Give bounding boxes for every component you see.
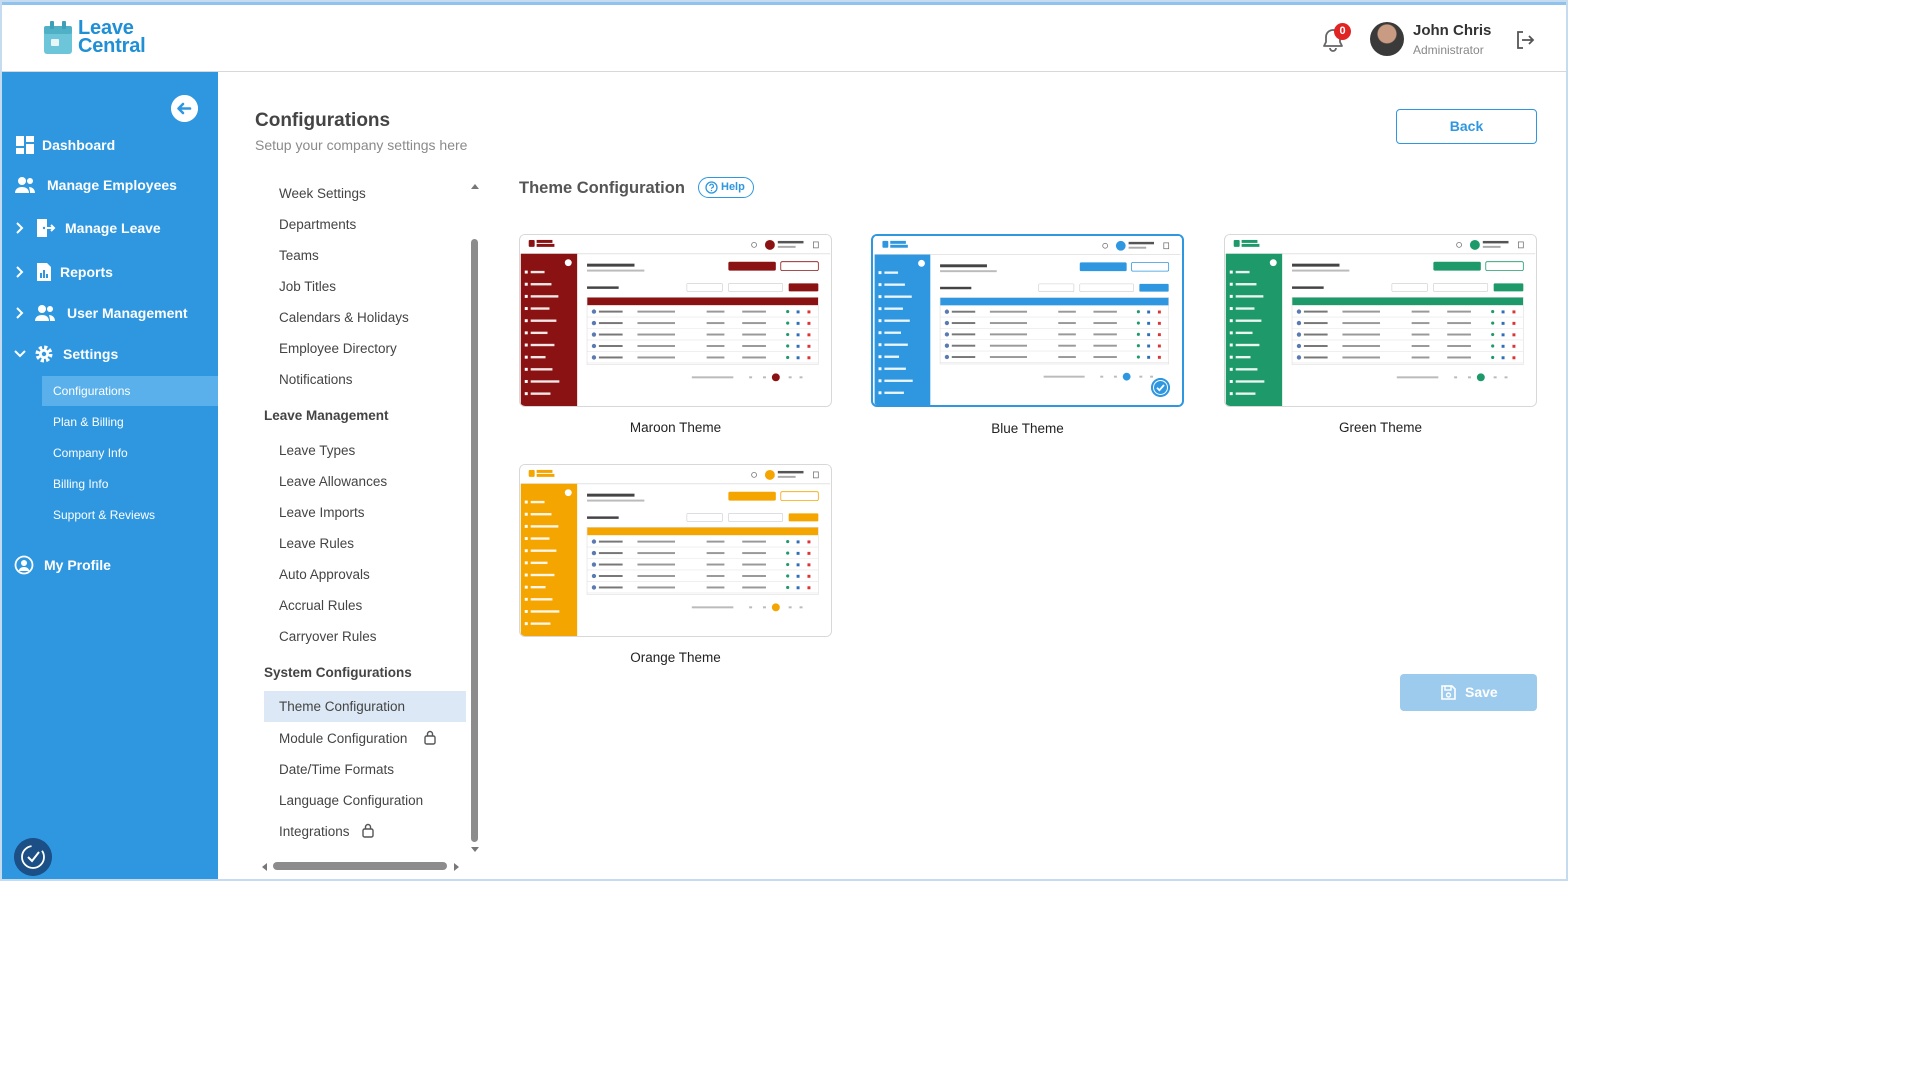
report-icon [37,263,51,281]
menu-item-label: Module Configuration [279,731,408,746]
menu-item-employee-directory[interactable]: Employee Directory [279,341,397,356]
save-button[interactable]: Save [1400,674,1537,711]
scroll-down-arrow-icon[interactable] [470,846,480,854]
menu-item-teams[interactable]: Teams [279,248,319,263]
page-subtitle: Setup your company settings here [255,137,468,153]
sidebar-item-my-profile[interactable]: My Profile [2,550,218,580]
menu-header-leave-management: Leave Management [264,408,389,423]
user-role: Administrator [1413,43,1484,57]
sidebar-item-settings[interactable]: Settings [2,339,218,369]
scroll-left-arrow-icon[interactable] [260,862,268,872]
door-exit-icon [37,219,56,237]
theme-label-blue: Blue Theme [991,421,1064,436]
theme-label-orange: Orange Theme [630,650,721,665]
theme-card-maroon[interactable] [519,234,832,407]
chevron-right-icon [16,307,24,319]
sidebar-item-user-management[interactable]: User Management [2,298,218,328]
sidebar-item-label: User Management [67,305,188,321]
menu-item-module-configuration[interactable]: Module Configuration [279,730,436,746]
menu-item-label: Integrations [279,824,350,839]
menu-item-departments[interactable]: Departments [279,217,356,232]
theme-label-green: Green Theme [1338,420,1423,435]
profile-icon [14,555,34,575]
menu-header-system-configurations: System Configurations [264,665,412,680]
settings-menu: Week Settings Departments Teams Job Titl… [252,177,482,867]
menu-item-auto-approvals[interactable]: Auto Approvals [279,567,370,582]
menu-item-leave-rules[interactable]: Leave Rules [279,536,354,551]
selected-check-icon [1151,378,1170,397]
menu-item-leave-types[interactable]: Leave Types [279,443,355,458]
theme-card-blue[interactable] [871,234,1184,407]
menu-item-notifications[interactable]: Notifications [279,372,353,387]
sidebar-item-label: Reports [60,264,113,280]
theme-card-green[interactable] [1224,234,1537,407]
collapse-sidebar-button[interactable] [171,95,198,122]
scroll-up-arrow-icon[interactable] [470,182,480,190]
theme-label-maroon: Maroon Theme [629,420,722,435]
sidebar-item-reports[interactable]: Reports [2,257,218,287]
sidebar-item-manage-employees[interactable]: Manage Employees [2,170,218,200]
page-title: Configurations [255,110,391,131]
dashboard-icon [16,136,34,154]
scroll-right-arrow-icon[interactable] [453,862,461,872]
gear-icon [35,345,53,363]
chevron-right-icon [16,222,24,234]
users-icon [35,305,55,321]
theme-preview-thumbnail [874,236,1181,405]
sidebar-item-label: Manage Employees [47,177,177,193]
menu-item-theme-configuration[interactable]: Theme Configuration [264,691,466,722]
top-bar: Leave Central 0 John Chris Administrator [2,2,1566,72]
menu-item-leave-imports[interactable]: Leave Imports [279,505,365,520]
menu-item-accrual-rules[interactable]: Accrual Rules [279,598,362,613]
sidebar-subitem-support-reviews[interactable]: Support & Reviews [42,500,218,530]
sidebar-subitem-configurations[interactable]: Configurations [42,376,218,406]
lock-icon [424,730,436,745]
app-logo[interactable]: Leave Central [42,18,146,56]
theme-card-orange[interactable] [519,464,832,637]
help-label: Help [721,181,745,193]
question-icon [705,181,718,194]
chevron-down-icon [14,350,26,358]
logo-text-line2: Central [78,35,146,57]
sidebar: Dashboard Manage Employees Manage Leave … [2,72,218,879]
menu-item-carryover-rules[interactable]: Carryover Rules [279,629,377,644]
save-label: Save [1465,684,1498,700]
sidebar-subitem-company-info[interactable]: Company Info [42,438,218,468]
menu-item-date-time-formats[interactable]: Date/Time Formats [279,762,394,777]
sidebar-item-label: Dashboard [42,137,116,153]
users-icon [15,177,35,193]
theme-configuration-heading: Theme Configuration [519,179,685,197]
save-disk-icon [1441,685,1456,700]
menu-item-week-settings[interactable]: Week Settings [279,186,366,201]
notification-badge: 0 [1334,23,1351,40]
horizontal-scrollbar-thumb[interactable] [273,862,447,870]
menu-item-integrations[interactable]: Integrations [279,823,374,839]
sidebar-item-label: Manage Leave [65,220,161,236]
menu-item-calendars-holidays[interactable]: Calendars & Holidays [279,310,409,325]
sidebar-item-label: Settings [63,346,119,362]
sidebar-item-manage-leave[interactable]: Manage Leave [2,213,218,243]
menu-item-leave-allowances[interactable]: Leave Allowances [279,474,387,489]
chevron-right-icon [16,266,24,278]
theme-preview-thumbnail [520,465,831,636]
sidebar-subitem-billing-info[interactable]: Billing Info [42,469,218,499]
sidebar-item-dashboard[interactable]: Dashboard [2,130,218,160]
logout-icon[interactable] [1514,29,1536,51]
vertical-scrollbar-thumb[interactable] [471,239,478,842]
sidebar-item-label: My Profile [44,557,111,573]
help-button[interactable]: Help [698,177,754,198]
avatar[interactable] [1370,22,1404,56]
menu-item-job-titles[interactable]: Job Titles [279,279,336,294]
app-window: Leave Central 0 John Chris Administrator… [0,0,1568,881]
menu-item-language-configuration[interactable]: Language Configuration [279,793,423,808]
back-button[interactable]: Back [1396,109,1537,144]
sidebar-subitem-plan-billing[interactable]: Plan & Billing [42,407,218,437]
theme-preview-thumbnail [1225,235,1536,406]
accessibility-help-button[interactable] [14,838,52,876]
calendar-logo-icon [44,21,72,54]
theme-preview-thumbnail [520,235,831,406]
user-name: John Chris [1413,22,1492,39]
lock-icon [362,823,374,838]
